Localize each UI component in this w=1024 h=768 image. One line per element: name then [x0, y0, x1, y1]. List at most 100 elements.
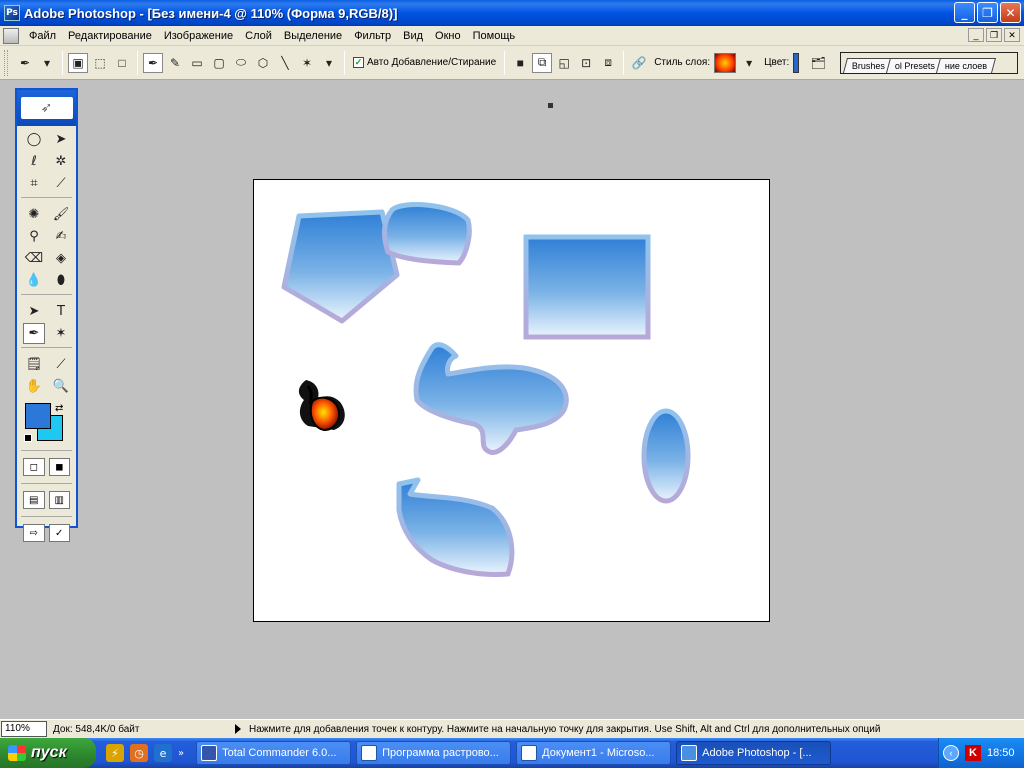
options-bar-grip[interactable]	[4, 49, 8, 76]
marquee-tool-icon[interactable]: ◯	[23, 129, 45, 150]
pen-tool-icon[interactable]: ✒	[23, 323, 45, 344]
subtract-shape-area-icon[interactable]: ◱	[554, 53, 574, 73]
clone-stamp-tool-icon[interactable]: ⚲	[23, 226, 45, 247]
menu-view[interactable]: Вид	[397, 30, 429, 42]
show-hidden-icons-icon[interactable]: ‹	[943, 745, 959, 761]
paths-icon[interactable]: ⬚	[90, 53, 110, 73]
hand-tool-icon[interactable]: ✋	[23, 376, 45, 397]
task-word-document[interactable]: Документ1 - Microso...	[516, 741, 672, 765]
shape-layers-icon[interactable]: ▣	[68, 52, 88, 73]
ellipse-shape[interactable]	[641, 408, 691, 504]
minimize-button[interactable]: _	[954, 2, 975, 23]
path-selection-tool-icon[interactable]: ➤	[23, 301, 45, 322]
document-icon[interactable]	[3, 27, 19, 44]
task-photoshop[interactable]: Adobe Photoshop - [...	[676, 741, 832, 765]
dodge-tool-icon[interactable]: ⬮	[50, 270, 72, 291]
toolbox-header[interactable]: ➶	[17, 90, 76, 126]
exclude-shape-area-icon[interactable]: ⧈	[598, 53, 618, 73]
polygon-icon[interactable]: ⬡	[253, 53, 273, 73]
jump-to-imageready-icon[interactable]: ⇨	[23, 524, 45, 542]
brush-tool-icon[interactable]: 🖌	[50, 204, 72, 225]
eyedropper-tool-icon[interactable]: ⟋	[50, 354, 72, 375]
task-total-commander[interactable]: Total Commander 6.0...	[196, 741, 352, 765]
start-button[interactable]: пуск	[0, 738, 96, 768]
rounded-rectangle-icon[interactable]: ▢	[209, 53, 229, 73]
color-swatch[interactable]	[793, 52, 800, 73]
doc-close-button[interactable]: ✕	[1004, 28, 1020, 42]
quick-launch-total-commander-icon[interactable]: ⚡	[106, 744, 124, 762]
eraser-tool-icon[interactable]: ⌫	[23, 248, 45, 269]
clock[interactable]: 18:50	[987, 747, 1015, 759]
paint-bucket-tool-icon[interactable]: ◈	[50, 248, 72, 269]
type-tool-icon[interactable]: T	[50, 301, 72, 322]
commit-icon[interactable]: ✓	[48, 524, 70, 542]
quick-mask-mode-icon[interactable]: ◼	[48, 458, 70, 476]
tab-layer-comps[interactable]: ние слоев	[936, 58, 997, 73]
file-browser-icon[interactable]: 🗂	[808, 53, 828, 73]
rectangle-shape[interactable]	[523, 234, 651, 340]
foreground-color-swatch[interactable]	[25, 403, 51, 429]
doc-restore-button[interactable]: ❐	[986, 28, 1002, 42]
blur-tool-icon[interactable]: 💧	[23, 270, 45, 291]
custom-shape-icon[interactable]: ✶	[297, 53, 317, 73]
kaspersky-icon[interactable]: K	[965, 745, 981, 761]
default-colors-icon[interactable]	[24, 434, 32, 442]
link-layer-style-icon[interactable]: 🔗	[629, 53, 649, 73]
crop-tool-icon[interactable]: ⌗	[23, 173, 45, 194]
shape-dropdown-icon[interactable]: ▾	[319, 53, 339, 73]
quick-launch-ie-icon[interactable]: e	[154, 744, 172, 762]
standard-mode-icon[interactable]: ◻	[23, 458, 45, 476]
maximize-button[interactable]: ❐	[977, 2, 998, 23]
pen-tool-preset-icon[interactable]: ✒	[15, 53, 35, 73]
fire-mascot-shape[interactable]	[298, 380, 345, 432]
quick-launch-more-icon[interactable]: »	[178, 748, 184, 759]
menu-window[interactable]: Окно	[429, 30, 467, 42]
layer-style-dropdown-icon[interactable]: ▾	[739, 53, 759, 73]
quick-launch-clock-icon[interactable]: ◷	[130, 744, 148, 762]
line-icon[interactable]: ╲	[275, 53, 295, 73]
pen-icon[interactable]: ✒	[143, 52, 163, 73]
custom-shape-tool-icon[interactable]: ✶	[50, 323, 72, 344]
menu-filter[interactable]: Фильтр	[348, 30, 397, 42]
menu-image[interactable]: Изображение	[158, 30, 239, 42]
close-button[interactable]: ✕	[1000, 2, 1021, 23]
zoom-field[interactable]: 110%	[1, 721, 47, 737]
task-word-program[interactable]: Программа растрово...	[356, 741, 512, 765]
document-canvas[interactable]	[253, 179, 770, 622]
pentagon-shape[interactable]	[281, 209, 400, 324]
title-bar[interactable]: Ps Adobe Photoshop - [Без имени-4 @ 110%…	[0, 0, 1024, 26]
bottom-freeform-shape[interactable]	[396, 477, 515, 577]
freeform-shape[interactable]	[413, 342, 569, 455]
layer-style-swatch[interactable]	[714, 52, 737, 73]
menu-layer[interactable]: Слой	[239, 30, 278, 42]
add-shape-area-icon[interactable]: ⧉	[532, 52, 553, 73]
freeform-pen-icon[interactable]: ✎	[165, 53, 185, 73]
feather-logo-icon[interactable]: ➶	[20, 97, 73, 119]
menu-edit[interactable]: Редактирование	[62, 30, 158, 42]
auto-add-delete-checkbox[interactable]: ✓ Авто Добавление/Стирание	[353, 57, 496, 68]
doc-minimize-button[interactable]: _	[968, 28, 984, 42]
fill-pixels-icon[interactable]: □	[112, 53, 132, 73]
move-tool-icon[interactable]: ➤	[50, 129, 72, 150]
notes-tool-icon[interactable]: 🗒	[23, 354, 45, 375]
preset-dropdown-icon[interactable]: ▾	[37, 53, 57, 73]
photoshop-app-icon[interactable]: Ps	[4, 5, 20, 21]
healing-brush-tool-icon[interactable]: ✺	[23, 204, 45, 225]
full-screen-menu-mode-icon[interactable]: ▥	[48, 491, 70, 509]
history-brush-tool-icon[interactable]: ✍	[50, 226, 72, 247]
status-menu-arrow-icon[interactable]	[235, 724, 241, 734]
menu-help[interactable]: Помощь	[467, 30, 522, 42]
document-info[interactable]: Док: 548,4K/0 байт	[53, 724, 229, 735]
menu-select[interactable]: Выделение	[278, 30, 348, 42]
magic-wand-tool-icon[interactable]: ✲	[50, 151, 72, 172]
swap-colors-icon[interactable]: ⇄	[55, 403, 63, 414]
standard-screen-mode-icon[interactable]: ▤	[23, 491, 45, 509]
checkbox-check-icon[interactable]: ✓	[353, 57, 364, 68]
zoom-tool-icon[interactable]: 🔍	[50, 376, 72, 397]
slice-tool-icon[interactable]: ⟋	[50, 173, 72, 194]
ellipse-icon[interactable]: ⬭	[231, 53, 251, 73]
new-shape-area-icon[interactable]: ■	[510, 53, 530, 73]
intersect-shape-area-icon[interactable]: ⊡	[576, 53, 596, 73]
rectangle-icon[interactable]: ▭	[187, 53, 207, 73]
blob-shape[interactable]	[382, 202, 472, 266]
